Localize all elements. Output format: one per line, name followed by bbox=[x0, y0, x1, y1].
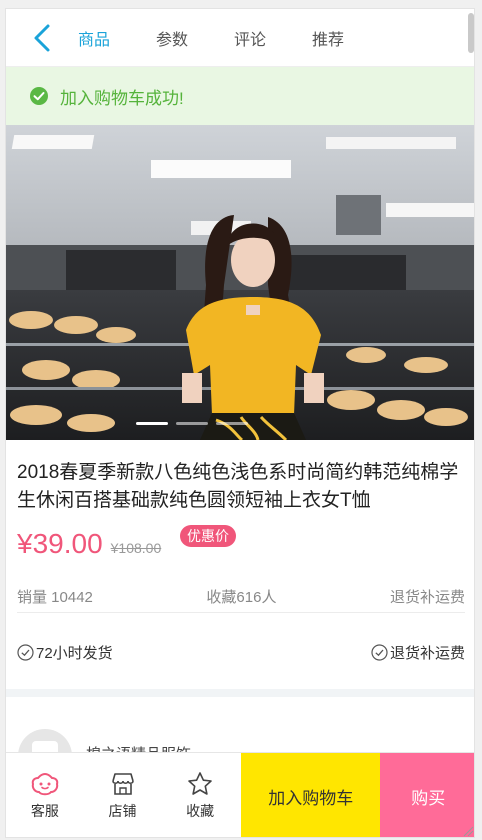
favorite-label: 收藏 bbox=[186, 803, 215, 819]
tab-bar: 商品 参数 评论 推荐 bbox=[78, 26, 390, 50]
store-icon bbox=[111, 773, 134, 795]
tab-reviews[interactable]: 评论 bbox=[234, 26, 266, 50]
bottom-action-bar: 客服 店铺 收藏 加入购物车 购买 bbox=[6, 752, 474, 837]
add-to-cart-button[interactable]: 加入购物车 bbox=[241, 753, 381, 837]
store-label: 店铺 bbox=[108, 803, 137, 819]
favorite-count: 收藏616人 bbox=[206, 589, 277, 606]
tab-params[interactable]: 参数 bbox=[156, 26, 188, 50]
add-to-cart-success-toast: 加入购物车成功! bbox=[6, 67, 474, 125]
product-stats: 销量 10442 收藏616人 退货补运费 bbox=[17, 581, 465, 613]
scrollbar[interactable] bbox=[468, 13, 474, 53]
check-circle-icon bbox=[30, 87, 48, 105]
product-title: 2018春夏季新款八色纯色浅色系时尚简约韩范纯棉学生休闲百搭基础款纯色圆领短袖上… bbox=[17, 462, 459, 511]
product-photo bbox=[6, 125, 474, 440]
sales-count: 销量 10442 bbox=[17, 589, 93, 606]
guarantee-returns-label: 退货补运费 bbox=[389, 644, 465, 662]
customer-service-icon bbox=[31, 772, 59, 796]
customer-service-button[interactable]: 客服 bbox=[6, 753, 84, 837]
tab-recommend[interactable]: 推荐 bbox=[312, 26, 344, 50]
tab-goods[interactable]: 商品 bbox=[78, 26, 110, 50]
check-circle-outline-icon bbox=[371, 643, 388, 661]
price-row: ¥39.00 ¥108.00 bbox=[17, 521, 161, 561]
chevron-left-icon bbox=[34, 24, 50, 51]
current-price: ¥39.00 bbox=[17, 528, 103, 559]
guarantee-shipping-label: 72小时发货 bbox=[36, 644, 113, 662]
top-nav-bar: 商品 参数 评论 推荐 bbox=[6, 9, 474, 67]
resize-grip-icon bbox=[463, 826, 474, 837]
customer-service-label: 客服 bbox=[30, 803, 59, 819]
return-policy: 退货补运费 bbox=[389, 589, 465, 606]
guarantee-shipping: 72小时发货 bbox=[17, 642, 113, 663]
back-button[interactable] bbox=[6, 9, 78, 67]
promo-badge: 优惠价 bbox=[180, 525, 236, 547]
shop-info[interactable]: 棉之语精品服饰 bbox=[6, 697, 474, 783]
carousel-dot[interactable] bbox=[216, 422, 248, 425]
check-circle-outline-icon bbox=[17, 643, 34, 661]
phone-frame: 商品 参数 评论 推荐 加入购物车成功! 2018春夏季新款八色纯色浅色系时尚简… bbox=[5, 8, 475, 838]
favorite-button[interactable]: 收藏 bbox=[161, 753, 239, 837]
product-image-carousel[interactable] bbox=[6, 125, 474, 440]
star-outline-icon bbox=[188, 772, 212, 795]
carousel-dot[interactable] bbox=[176, 422, 208, 425]
section-divider bbox=[6, 689, 474, 697]
service-guarantees: 72小时发货 退货补运费 bbox=[17, 639, 465, 665]
toast-message: 加入购物车成功! bbox=[60, 88, 184, 108]
store-button[interactable]: 店铺 bbox=[84, 753, 162, 837]
guarantee-returns: 退货补运费 bbox=[371, 642, 465, 663]
carousel-dot-active[interactable] bbox=[136, 422, 168, 425]
original-price: ¥108.00 bbox=[110, 540, 162, 556]
